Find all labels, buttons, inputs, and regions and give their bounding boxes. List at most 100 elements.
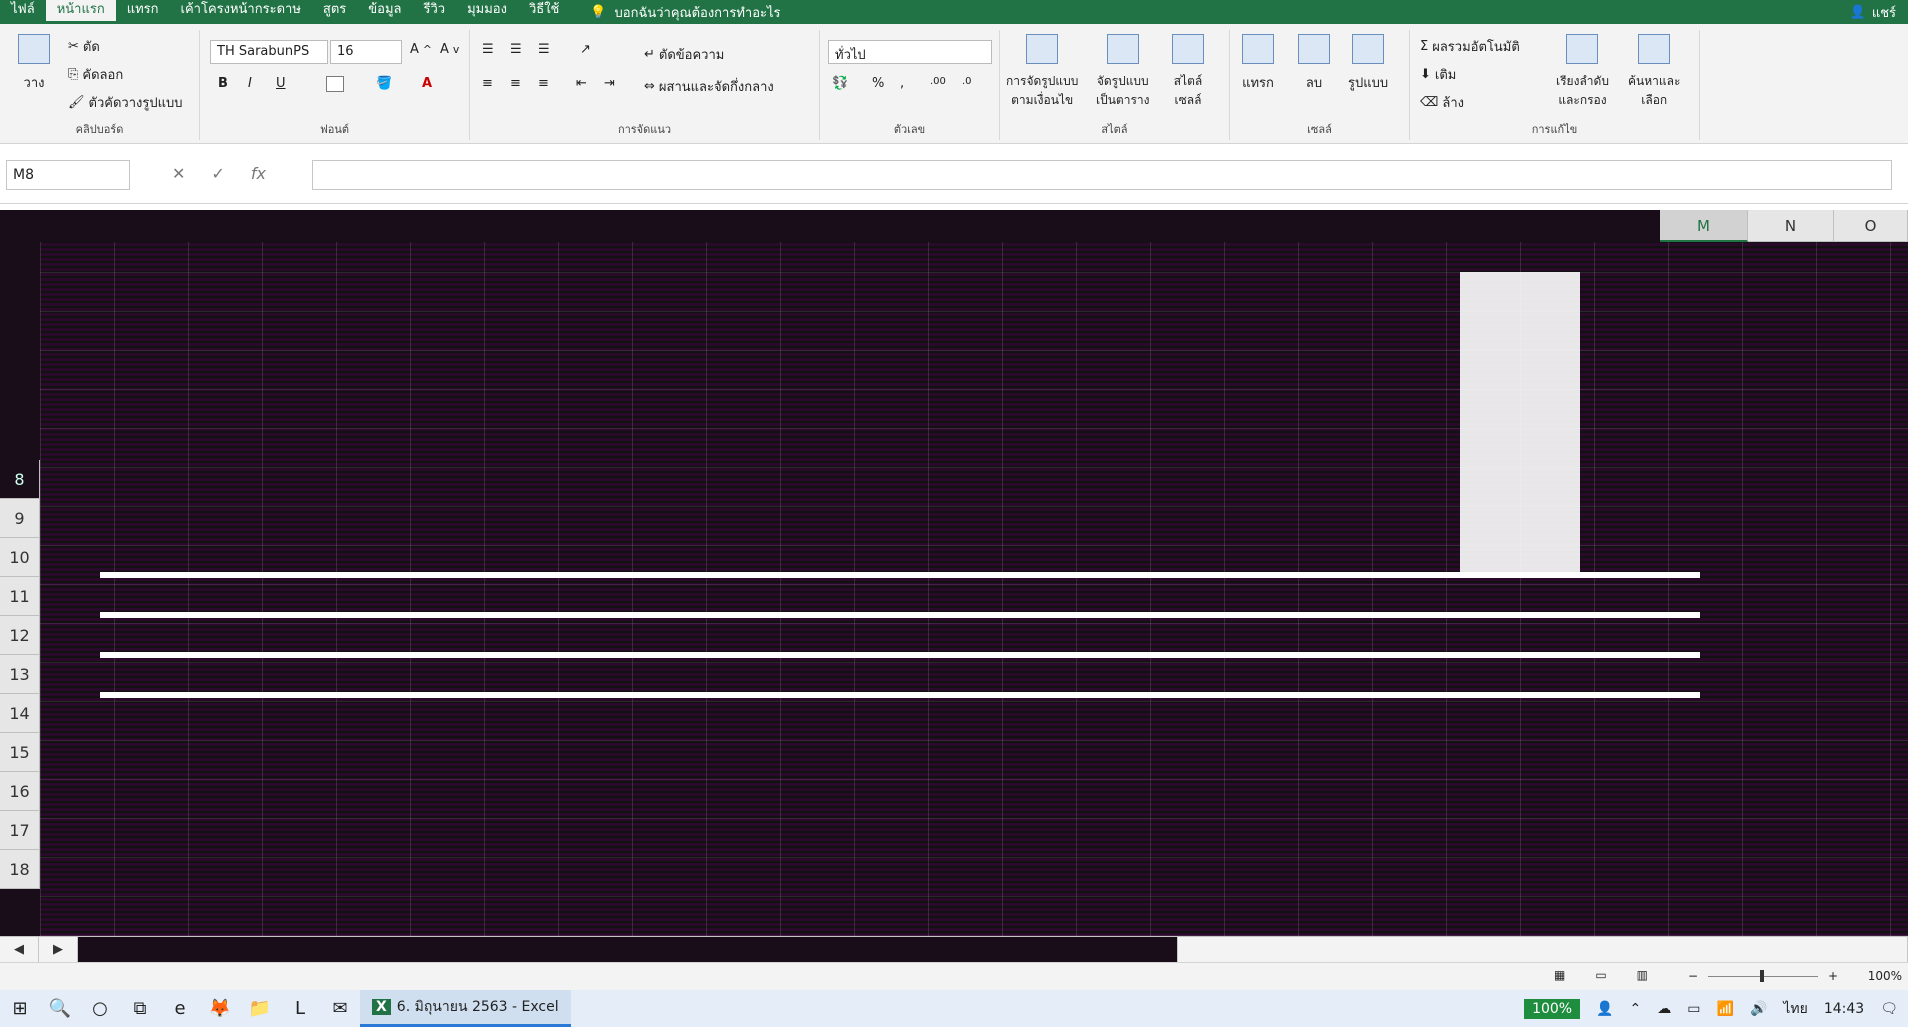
name-box[interactable]: M8 [6,160,130,190]
tab-formulas[interactable]: สูตร [312,0,357,24]
sheet-nav-next[interactable]: ▶ [39,936,78,963]
cancel-icon[interactable]: ✕ [172,164,185,183]
sheet-nav-prev[interactable]: ◀ [0,936,39,963]
tab-review[interactable]: รีวิว [412,0,456,24]
insert-cells-button[interactable]: แทรก [1242,34,1274,93]
clear-button[interactable]: ⌫ ล้าง [1420,92,1464,113]
format-painter-button[interactable]: 🖌 ตัวคัดวางรูปแบบ [68,92,182,113]
cut-button[interactable]: ✂ ตัด [68,36,100,57]
wrap-text-button[interactable]: ↵ ตัดข้อความ [644,44,724,65]
row-header-18[interactable]: 18 [0,850,40,889]
edge-icon[interactable]: e [160,990,200,1027]
horizontal-scrollbar[interactable] [1178,936,1908,963]
align-bottom-button[interactable]: ☰ [538,42,550,57]
sheet-tabs-obscured[interactable] [78,936,1178,963]
decrease-decimal-button[interactable]: .0 [962,76,972,87]
page-layout-view-icon[interactable]: ▭ [1595,968,1606,982]
tab-data[interactable]: ข้อมูล [357,0,412,24]
row-header-14[interactable]: 14 [0,694,40,733]
excel-taskbar-button[interactable]: X 6. มิถุนายน 2563 - Excel [360,990,571,1027]
delete-cells-button[interactable]: ลบ [1298,34,1330,93]
comma-button[interactable]: , [900,76,904,91]
align-top-button[interactable]: ☰ [482,42,494,57]
bold-button[interactable]: B [218,76,228,91]
tab-page-layout[interactable]: เค้าโครงหน้ากระดาษ [170,0,312,24]
format-as-table-button[interactable]: จัดรูปแบบ เป็นตาราง [1096,34,1150,110]
column-header-n[interactable]: N [1748,210,1834,242]
zoom-out-icon[interactable]: − [1688,969,1698,983]
tab-help[interactable]: วิธีใช้ [518,0,570,24]
tab-view[interactable]: มุมมอง [456,0,518,24]
cortana-icon[interactable]: ○ [80,990,120,1027]
font-name-select[interactable]: TH SarabunPS [210,40,328,64]
function-icon[interactable]: fx [251,164,266,183]
formula-input[interactable] [312,160,1892,190]
mail-icon[interactable]: ✉ [320,990,360,1027]
grow-font-button[interactable]: A ^ [410,42,432,57]
merge-center-button[interactable]: ⇔ ผสานและจัดกึ่งกลาง [644,76,774,97]
column-header-m[interactable]: M [1660,210,1748,242]
orientation-button[interactable]: ↗ [580,42,591,57]
row-header-11[interactable]: 11 [0,577,40,616]
row-header-16[interactable]: 16 [0,772,40,811]
language-indicator[interactable]: ไทย [1783,998,1807,1020]
row-header-15[interactable]: 15 [0,733,40,772]
task-view-icon[interactable]: ⧉ [120,990,160,1027]
column-header-o[interactable]: O [1834,210,1908,242]
zoom-slider[interactable]: − + [1688,969,1838,983]
search-icon[interactable]: 🔍 [40,990,80,1027]
clock[interactable]: 14:43 [1824,1001,1864,1017]
row-header-17[interactable]: 17 [0,811,40,850]
page-break-view-icon[interactable]: ▥ [1637,968,1648,982]
enter-icon[interactable]: ✓ [211,164,224,183]
wifi-icon[interactable]: 📶 [1717,1001,1734,1017]
percent-button[interactable]: % [872,76,884,91]
worksheet-grid[interactable]: M N O 8 9 10 11 12 13 14 15 16 17 18 [0,210,1908,936]
underline-button[interactable]: U [276,76,286,91]
tab-insert[interactable]: แทรก [116,0,170,24]
cloud-icon[interactable]: ☁ [1657,1001,1671,1017]
cell-styles-button[interactable]: สไตล์ เซลล์ [1172,34,1204,110]
normal-view-icon[interactable]: ▦ [1554,968,1565,982]
currency-button[interactable]: 💱 [832,76,848,91]
number-format-select[interactable]: ทั่วไป [828,40,992,64]
windows-start-icon[interactable]: ⊞ [0,990,40,1027]
tab-file[interactable]: ไฟล์ [0,0,46,24]
font-size-select[interactable]: 16 [330,40,402,64]
font-color-button[interactable]: A [422,76,432,91]
italic-button[interactable]: I [248,76,252,91]
row-header-12[interactable]: 12 [0,616,40,655]
align-center-button[interactable]: ≡ [510,76,521,91]
align-middle-button[interactable]: ☰ [510,42,522,57]
zoom-level[interactable]: 100% [1868,969,1902,983]
battery-icon[interactable]: ▭ [1687,1001,1700,1017]
format-cells-button[interactable]: รูปแบบ [1348,34,1388,93]
row-header-8[interactable]: 8 [0,460,40,499]
increase-decimal-button[interactable]: .00 [930,76,946,87]
file-explorer-icon[interactable]: 📁 [240,990,280,1027]
copy-button[interactable]: ⎘ คัดลอก [68,64,123,85]
cell-area[interactable] [40,242,1908,936]
row-header-10[interactable]: 10 [0,538,40,577]
fill-color-button[interactable]: 🪣 [376,76,392,91]
line-app-icon[interactable]: L [280,990,320,1027]
volume-icon[interactable]: 🔊 [1750,1001,1767,1017]
share-button[interactable]: 👤 แชร์ [1850,2,1896,23]
shrink-font-button[interactable]: Av [440,42,459,57]
person-tray-icon[interactable]: 👤 [1596,1001,1613,1017]
conditional-formatting-button[interactable]: การจัดรูปแบบ ตามเงื่อนไข [1006,34,1078,110]
align-left-button[interactable]: ≡ [482,76,493,91]
row-header-9[interactable]: 9 [0,499,40,538]
tell-me-search[interactable]: 💡 บอกฉันว่าคุณต้องการทำอะไร [590,2,780,23]
sort-filter-button[interactable]: เรียงลำดับ และกรอง [1556,34,1609,110]
zoom-thumb[interactable] [1760,970,1764,982]
battery-badge[interactable]: 100% [1524,998,1581,1019]
autosum-button[interactable]: Σ ผลรวมอัตโนมัติ [1420,36,1520,57]
tab-home[interactable]: หน้าแรก [45,0,116,24]
decrease-indent-button[interactable]: ⇤ [576,76,587,91]
fill-button[interactable]: ⬇ เติม [1420,64,1456,85]
chevron-up-icon[interactable]: ⌃ [1630,1001,1642,1017]
row-header-13[interactable]: 13 [0,655,40,694]
increase-indent-button[interactable]: ⇥ [604,76,615,91]
firefox-icon[interactable]: 🦊 [200,990,240,1027]
